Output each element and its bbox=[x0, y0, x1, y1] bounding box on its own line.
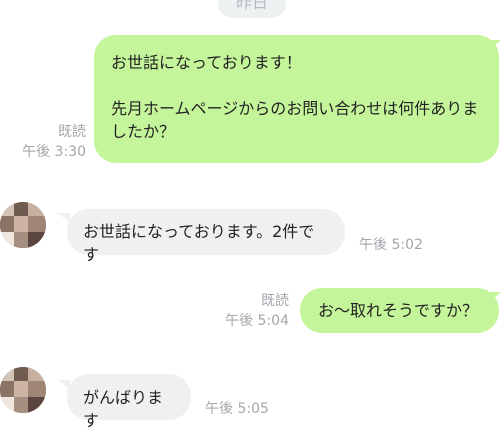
message-time: 午後 5:04 bbox=[225, 313, 289, 329]
message-1-meta: 既読 午後 3:30 bbox=[12, 122, 86, 162]
message-3-meta: 既読 午後 5:04 bbox=[211, 291, 289, 331]
message-text: お世話になっております。2件です bbox=[83, 222, 315, 264]
message-time: 午後 3:30 bbox=[22, 144, 86, 160]
read-receipt: 既読 bbox=[58, 124, 86, 140]
received-message-bubble-1[interactable]: お世話になっております。2件です bbox=[67, 209, 345, 264]
received-message-bubble-2[interactable]: がんばります bbox=[67, 374, 191, 430]
contact-avatar[interactable] bbox=[0, 367, 46, 413]
message-2-meta: 午後 5:02 bbox=[359, 235, 449, 255]
pixelated-avatar-icon bbox=[0, 367, 46, 413]
date-divider: 昨日 bbox=[218, 0, 286, 18]
sent-message-bubble-1[interactable]: お世話になっております！ 先月ホームページからのお問い合わせは何件ありましたか？ bbox=[94, 35, 499, 163]
message-time: 午後 5:05 bbox=[205, 401, 269, 417]
bubble-tail bbox=[489, 40, 501, 50]
sent-message-bubble-2[interactable]: お〜取れそうですか？ bbox=[300, 288, 499, 333]
message-text: お世話になっております！ 先月ホームページからのお問い合わせは何件ありましたか？ bbox=[111, 53, 479, 141]
message-time: 午後 5:02 bbox=[359, 237, 423, 253]
contact-avatar[interactable] bbox=[0, 202, 46, 248]
message-text: お〜取れそうですか？ bbox=[318, 301, 479, 320]
pixelated-avatar-icon bbox=[0, 202, 46, 248]
message-4-meta: 午後 5:05 bbox=[205, 399, 295, 419]
bubble-tail bbox=[489, 292, 501, 302]
read-receipt: 既読 bbox=[261, 293, 289, 309]
message-text: がんばります bbox=[83, 388, 164, 430]
